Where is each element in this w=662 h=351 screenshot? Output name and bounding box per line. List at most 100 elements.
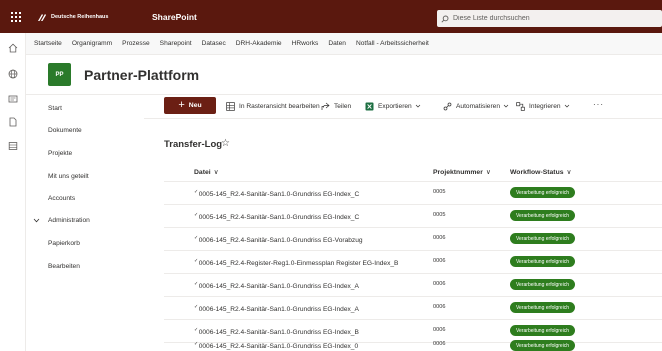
status-badge: Verarbeitung erfolgreich (510, 233, 576, 244)
site-title[interactable]: Partner-Plattform (84, 67, 199, 83)
rail-sites-button[interactable] (6, 67, 19, 80)
file-name-link[interactable]: ✓0006-145_R2.4-Sanitär-San1.0-Grundriss … (194, 235, 363, 244)
nav-item-administration[interactable]: Administration (48, 217, 90, 224)
integrate-button[interactable]: Integrieren (516, 100, 574, 112)
hub-nav-hrworks[interactable]: HRworks (292, 40, 319, 47)
project-number: 0006 (433, 235, 446, 241)
hub-nav-drh-akademie[interactable]: DRH-Akademie (236, 40, 282, 47)
automate-button[interactable]: Automatisieren (443, 100, 513, 112)
search-box[interactable] (437, 10, 662, 27)
export-label: Exportieren (378, 102, 412, 110)
project-number: 0005 (433, 189, 446, 195)
file-name-link[interactable]: ✓0006-145_R2.4-Sanitär-San1.0-Grundriss … (194, 304, 359, 313)
nav-item-accounts[interactable]: Accounts (48, 195, 75, 202)
share-label: Teilen (334, 102, 352, 110)
file-name-link[interactable]: ✓0005-145_R2.4-Sanitär-San1.0-Grundriss … (194, 189, 359, 198)
table-row[interactable]: ✓0005-145_R2.4-Sanitär-San1.0-Grundriss … (164, 182, 662, 205)
automate-label: Automatisieren (456, 102, 500, 110)
hub-nav-startseite[interactable]: Startseite (34, 40, 62, 47)
project-number: 0006 (433, 304, 446, 310)
grid-edit-label: In Rasteransicht bearbeiten (239, 102, 320, 110)
new-button-label: Neu (188, 102, 202, 109)
file-icon (9, 117, 16, 126)
table-row[interactable]: ✓0006-145_R2.4-Sanitär-San1.0-Grundriss … (164, 274, 662, 297)
status-badge: Verarbeitung erfolgreich (510, 302, 576, 313)
project-number: 0006 (433, 327, 446, 333)
nav-item-bearbeiten[interactable]: Bearbeiten (48, 263, 80, 270)
star-icon[interactable]: ☆ (221, 138, 230, 149)
nav-item-projekte[interactable]: Projekte (48, 150, 72, 157)
chevron-down-icon: ∨ (213, 169, 219, 176)
hub-nav-notfall[interactable]: Notfall - Arbeitssicherheit (356, 40, 429, 47)
status-badge: Verarbeitung erfolgreich (510, 256, 576, 267)
more-options-button[interactable]: ··· (593, 100, 604, 109)
status-badge: Verarbeitung erfolgreich (510, 340, 576, 351)
new-item-icon: ✓ (194, 212, 199, 218)
org-name[interactable]: Deutsche Reihenhaus (51, 14, 108, 20)
nav-item-papierkorb[interactable]: Papierkorb (48, 240, 80, 247)
hub-nav-datasec[interactable]: Datasec (202, 40, 226, 47)
file-name-link[interactable]: ✓0006-145_R2.4-Register-Reg1.0-Einmesspl… (194, 258, 398, 267)
left-navigation: Start Dokumente Projekte Mit uns geteilt… (26, 95, 144, 351)
app-launcher-button[interactable] (0, 0, 32, 33)
table-row[interactable]: ✓0006-145_R2.4-Sanitär-San1.0-Grundriss … (164, 228, 662, 251)
plus-icon: + (178, 99, 185, 111)
new-item-icon: ✓ (194, 341, 199, 347)
table-row[interactable]: ✓0006-145_R2.4-Register-Reg1.0-Einmesspl… (164, 251, 662, 274)
new-item-icon: ✓ (194, 304, 199, 310)
rail-lists-button[interactable] (6, 139, 19, 152)
nav-item-dokumente[interactable]: Dokumente (48, 127, 82, 134)
hub-nav-prozesse[interactable]: Prozesse (122, 40, 150, 47)
table-row[interactable]: ✓0005-145_R2.4-Sanitär-San1.0-Grundriss … (164, 205, 662, 228)
nav-item-start[interactable]: Start (48, 105, 62, 112)
hub-nav-sharepoint[interactable]: Sharepoint (160, 40, 192, 47)
export-button[interactable]: Exportieren (365, 100, 425, 112)
table-row[interactable]: ✓0006-145_R2.4-Sanitär-San1.0-Grundriss … (164, 335, 662, 351)
nav-item-mit-uns-geteilt[interactable]: Mit uns geteilt (48, 173, 89, 180)
app-launcher-icon (11, 11, 21, 22)
project-number: 0005 (433, 212, 446, 218)
share-icon (321, 102, 330, 110)
rail-news-button[interactable] (6, 92, 19, 105)
site-header: PP Partner-Plattform (26, 55, 662, 95)
list-icon (8, 141, 17, 150)
integrate-label: Integrieren (529, 102, 561, 110)
hub-navigation: Startseite Organigramm Prozesse Sharepoi… (26, 33, 662, 55)
excel-icon (365, 102, 374, 110)
new-item-icon: ✓ (194, 258, 199, 264)
chevron-down-icon (503, 104, 509, 108)
column-header-workflow-status[interactable]: Workflow-Status ∨ (510, 168, 571, 176)
status-badge: Verarbeitung erfolgreich (510, 279, 576, 290)
command-bar: + Neu In Rasteransicht bearbeiten Teilen… (144, 95, 662, 119)
chevron-down-icon: ∨ (485, 169, 491, 176)
new-button[interactable]: + Neu (164, 97, 216, 114)
site-logo[interactable]: PP (48, 63, 71, 86)
search-input[interactable] (453, 15, 643, 22)
status-badge: Verarbeitung erfolgreich (510, 210, 576, 221)
chevron-down-icon (564, 104, 569, 108)
project-number: 0006 (433, 258, 446, 264)
rail-home-button[interactable] (6, 41, 19, 54)
chevron-down-icon[interactable] (33, 217, 40, 224)
hub-nav-organigramm[interactable]: Organigramm (72, 40, 112, 47)
app-name[interactable]: SharePoint (152, 12, 197, 22)
column-header-datei[interactable]: Datei ∨ (194, 168, 219, 176)
file-name-link[interactable]: ✓0005-145_R2.4-Sanitär-San1.0-Grundriss … (194, 212, 359, 221)
suite-bar: Deutsche Reihenhaus SharePoint (0, 0, 662, 33)
project-number: 0006 (433, 281, 446, 287)
new-item-icon: ✓ (194, 327, 199, 333)
grid-edit-button[interactable]: In Rasteransicht bearbeiten (226, 100, 320, 112)
rail-files-button[interactable] (6, 115, 19, 128)
column-header-projektnummer[interactable]: Projektnummer ∨ (433, 168, 491, 176)
new-item-icon: ✓ (194, 235, 199, 241)
list-title: Transfer-Log (164, 139, 223, 150)
file-name-link[interactable]: ✓0006-145_R2.4-Sanitär-San1.0-Grundriss … (194, 341, 358, 350)
table-row[interactable]: ✓0006-145_R2.4-Sanitär-San1.0-Grundriss … (164, 297, 662, 320)
new-item-icon: ✓ (194, 281, 199, 287)
share-button[interactable]: Teilen (321, 100, 351, 112)
integrate-icon (516, 101, 525, 111)
automate-icon (443, 102, 452, 110)
file-name-link[interactable]: ✓0006-145_R2.4-Sanitär-San1.0-Grundriss … (194, 281, 359, 290)
home-icon (8, 43, 17, 52)
hub-nav-daten[interactable]: Daten (328, 40, 346, 47)
